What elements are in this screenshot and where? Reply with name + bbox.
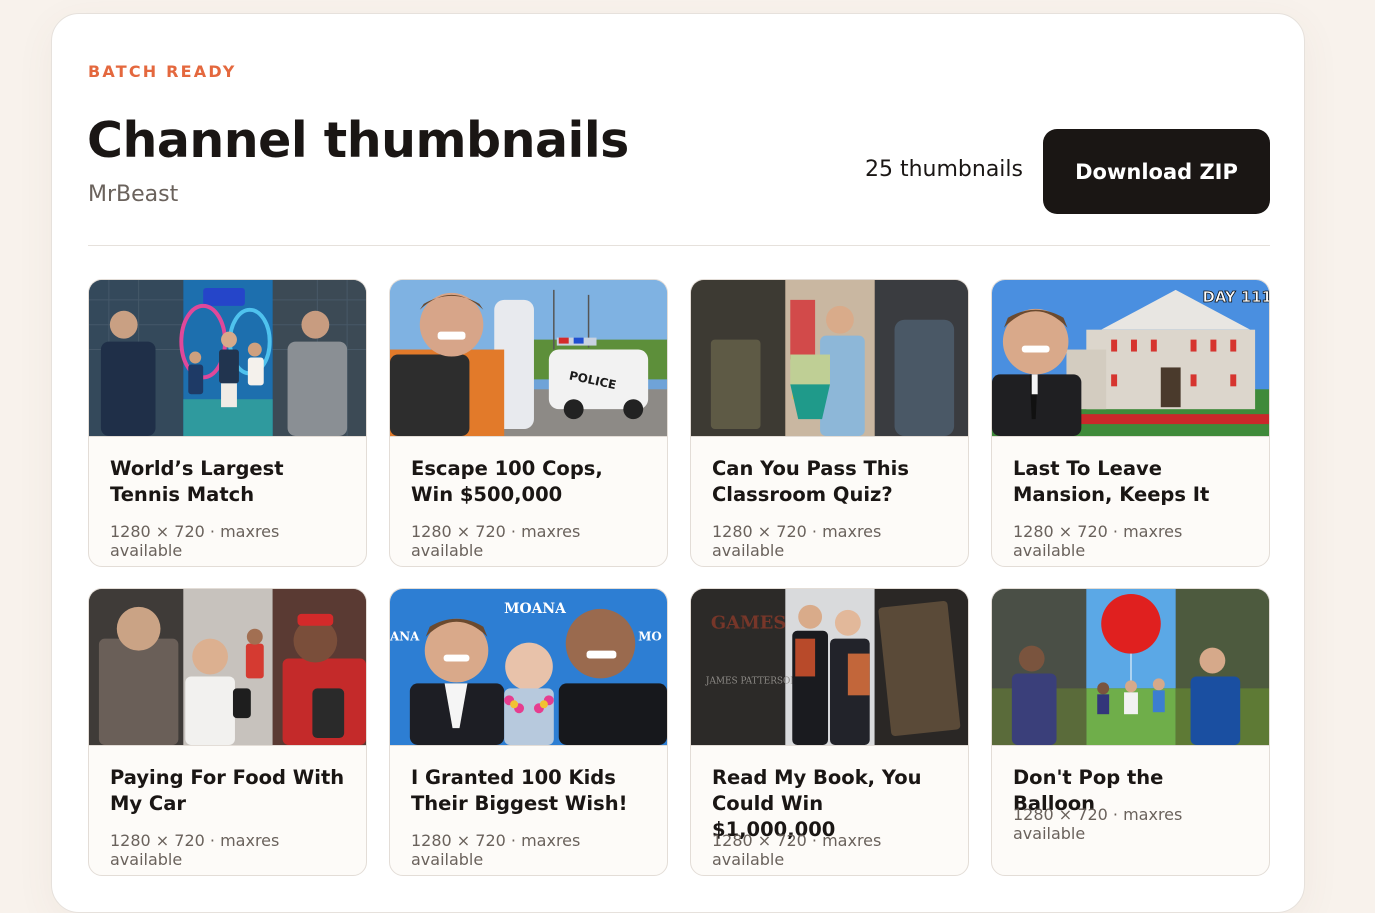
thumbnail-meta: 1280 × 720 · maxres available [712,831,882,869]
download-zip-button[interactable]: Download ZIP [1043,129,1270,214]
thumbnail-meta: 1280 × 720 · maxres available [712,522,882,560]
thumbnail-card[interactable]: MOANA ANA MO I Granted 100 Kids Their Bi… [389,588,668,876]
thumbnail-meta: 1280 × 720 · maxres available [110,522,280,560]
thumbnail-image: DAY 111 [992,280,1269,437]
backdrop-sign-right: MO [638,630,662,644]
thumbnail-count: 25 thumbnails [864,157,1023,182]
thumbnail-card[interactable]: Paying For Food With My Car 1280 × 720 ·… [88,588,367,876]
thumbnail-meta: 1280 × 720 · maxres available [1013,805,1183,843]
thumbnail-title: Read My Book, You Could Win $1,000,000 [712,766,922,841]
thumbnail-image [691,280,968,437]
thumbnail-meta: 1280 × 720 · maxres available [110,831,280,869]
thumbnail-image: MOANA ANA MO [390,589,667,746]
thumbnail-badge: DAY 111 [1202,288,1269,306]
thumbnail-card[interactable]: Don't Pop the Balloon 1280 × 720 · maxre… [991,588,1270,876]
thumbnail-meta: 1280 × 720 · maxres available [1013,522,1183,560]
thumbnail-title: Escape 100 Cops, Win $500,000 [411,457,603,506]
thumbnail-card[interactable]: POLICE Escape 100 Cops, Win $500,000 128… [389,279,668,567]
thumbnail-title: World’s Largest Tennis Match [110,457,284,506]
thumbnail-title: Paying For Food With My Car [110,766,345,815]
thumbnail-title: Can You Pass This Classroom Quiz? [712,457,909,506]
batch-status-label: BATCH READY [88,62,237,81]
thumbnail-grid: World’s Largest Tennis Match 1280 × 720 … [88,279,1270,876]
thumbnail-card[interactable]: World’s Largest Tennis Match 1280 × 720 … [88,279,367,567]
thumbnail-image [89,280,366,437]
thumbnail-image: POLICE [390,280,667,437]
thumbnail-image: GAMES JAMES PATTERSON [691,589,968,746]
thumbnail-image [992,589,1269,746]
channel-name: MrBeast [88,182,179,207]
book-cover-author: JAMES PATTERSON [705,676,798,686]
header-divider [88,245,1270,246]
thumbnail-title: Don't Pop the Balloon [1013,766,1164,815]
thumbnail-meta: 1280 × 720 · maxres available [411,522,581,560]
thumbnail-card[interactable]: DAY 111 Last To Leave Mansion, Keeps It … [991,279,1270,567]
thumbnail-card[interactable]: GAMES JAMES PATTERSON Read My Book, You … [690,588,969,876]
thumbnail-image [89,589,366,746]
thumbnail-meta: 1280 × 720 · maxres available [411,831,581,869]
thumbnail-card[interactable]: Can You Pass This Classroom Quiz? 1280 ×… [690,279,969,567]
thumbnails-panel: BATCH READY Channel thumbnails MrBeast 2… [51,13,1305,913]
page-title: Channel thumbnails [87,112,629,169]
backdrop-sign-left: ANA [390,630,420,644]
thumbnail-title: I Granted 100 Kids Their Biggest Wish! [411,766,628,815]
backdrop-sign-top: MOANA [504,601,566,617]
book-cover-title: GAMES [711,613,786,634]
thumbnail-title: Last To Leave Mansion, Keeps It [1013,457,1210,506]
